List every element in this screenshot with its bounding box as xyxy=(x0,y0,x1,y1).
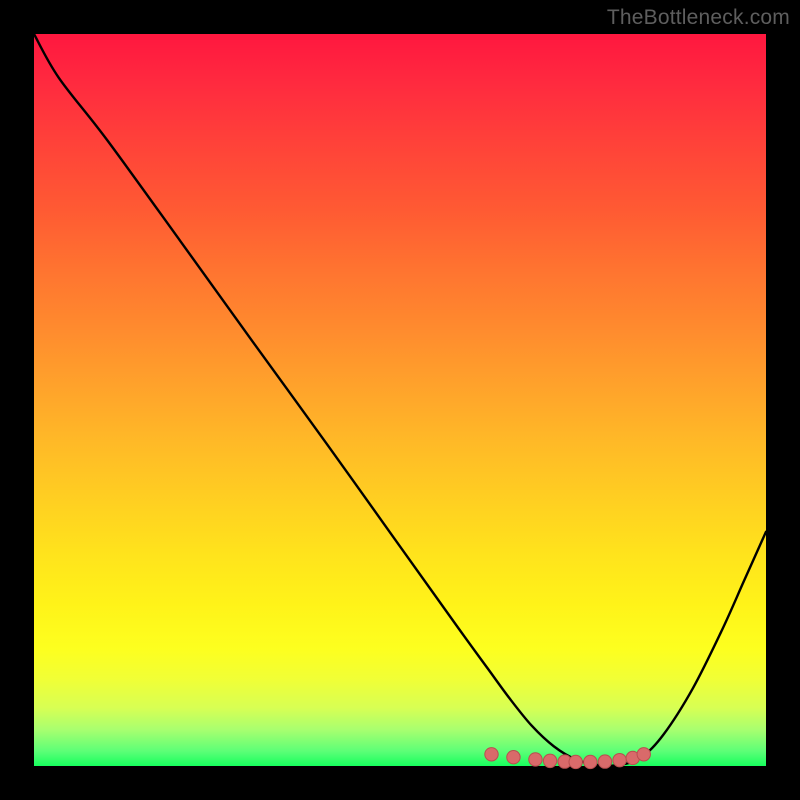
plot-area xyxy=(34,34,766,766)
optimal-marker xyxy=(584,755,597,768)
optimal-marker xyxy=(485,748,498,761)
optimal-marker xyxy=(613,753,626,766)
optimal-range-markers xyxy=(485,748,651,769)
optimal-marker xyxy=(543,754,556,767)
bottleneck-curve-svg xyxy=(34,34,766,766)
optimal-marker xyxy=(569,755,582,768)
bottleneck-curve xyxy=(34,34,766,766)
optimal-marker xyxy=(507,751,520,764)
optimal-marker xyxy=(637,748,650,761)
attribution-text: TheBottleneck.com xyxy=(607,6,790,30)
optimal-marker xyxy=(598,755,611,768)
optimal-marker xyxy=(529,753,542,766)
